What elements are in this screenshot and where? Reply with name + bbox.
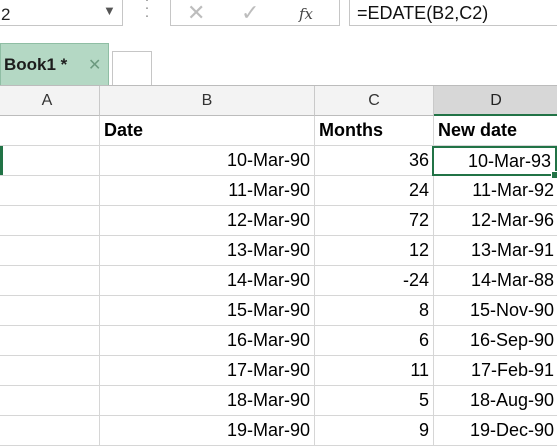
cell-new-date[interactable]: 15-Nov-90 <box>434 296 557 326</box>
cell-new-date[interactable]: 12-Mar-96 <box>434 206 557 236</box>
cell-date[interactable]: 16-Mar-90 <box>100 326 315 356</box>
cell-months[interactable]: -24 <box>315 266 434 296</box>
cell-date[interactable]: 18-Mar-90 <box>100 386 315 416</box>
cell-a1[interactable] <box>0 116 100 146</box>
cell-months[interactable]: 12 <box>315 236 434 266</box>
new-workbook-tab[interactable] <box>112 51 152 85</box>
cell-a[interactable] <box>0 296 100 326</box>
cell-a[interactable] <box>0 146 100 176</box>
close-icon[interactable]: ✕ <box>88 55 101 75</box>
cell-date[interactable]: 11-Mar-90 <box>100 176 315 206</box>
cell-new-date[interactable]: 16-Sep-90 <box>434 326 557 356</box>
formula-text: =EDATE(B2,C2) <box>357 3 489 23</box>
cell-date[interactable]: 19-Mar-90 <box>100 416 315 446</box>
cell-a[interactable] <box>0 356 100 386</box>
cell-new-date[interactable]: 11-Mar-92 <box>434 176 557 206</box>
column-header-c[interactable]: C <box>315 86 434 116</box>
cell-months[interactable]: 5 <box>315 386 434 416</box>
active-cell-new-date[interactable]: 10-Mar-93 <box>432 146 557 176</box>
cell-months[interactable]: 36 <box>315 146 434 176</box>
cell-a[interactable] <box>0 236 100 266</box>
workbook-tab-strip: Book1 * ✕ <box>0 42 557 85</box>
cell-months[interactable]: 11 <box>315 356 434 386</box>
cell-d1[interactable]: New date <box>434 116 557 146</box>
cancel-icon[interactable]: ✕ <box>187 1 205 25</box>
name-box-value: 2 <box>1 5 11 24</box>
column-header-b[interactable]: B <box>100 86 315 116</box>
cell-new-date[interactable]: 19-Dec-90 <box>434 416 557 446</box>
formula-buttons: ✕ ✓ fx <box>170 0 340 26</box>
column-header-d[interactable]: D <box>434 86 557 116</box>
cell-new-date[interactable]: 14-Mar-88 <box>434 266 557 296</box>
cell-a[interactable] <box>0 386 100 416</box>
cell-new-date[interactable]: 17-Feb-91 <box>434 356 557 386</box>
cell-date[interactable]: 12-Mar-90 <box>100 206 315 236</box>
workbook-tab[interactable]: Book1 * ✕ <box>0 43 109 85</box>
chevron-down-icon[interactable]: ▼ <box>103 3 116 18</box>
cell-a[interactable] <box>0 416 100 446</box>
cell-date[interactable]: 13-Mar-90 <box>100 236 315 266</box>
cell-b1[interactable]: Date <box>100 116 315 146</box>
cell-date[interactable]: 17-Mar-90 <box>100 356 315 386</box>
cell-a[interactable] <box>0 326 100 356</box>
cell-months[interactable]: 9 <box>315 416 434 446</box>
cell-date[interactable]: 10-Mar-90 <box>100 146 315 176</box>
cell-months[interactable]: 72 <box>315 206 434 236</box>
cell-date[interactable]: 15-Mar-90 <box>100 296 315 326</box>
cell-date[interactable]: 14-Mar-90 <box>100 266 315 296</box>
cell-a[interactable] <box>0 206 100 236</box>
spreadsheet-grid: A B C D Date Months New date 10-Mar-90 3… <box>0 85 557 446</box>
name-box[interactable]: 2 ▼ <box>0 0 123 26</box>
cell-a[interactable] <box>0 176 100 206</box>
enter-check-icon[interactable]: ✓ <box>241 1 259 25</box>
formula-bar-strip: 2 ▼ ··· ✕ ✓ fx =EDATE(B2,C2) <box>0 0 557 42</box>
formula-input[interactable]: =EDATE(B2,C2) <box>349 0 557 26</box>
cell-c1[interactable]: Months <box>315 116 434 146</box>
insert-function-icon[interactable]: fx <box>299 5 313 23</box>
cell-a[interactable] <box>0 266 100 296</box>
workbook-tab-label: Book1 * <box>4 55 68 74</box>
drag-handle-icon[interactable]: ··· <box>143 0 151 23</box>
cell-new-date[interactable]: 13-Mar-91 <box>434 236 557 266</box>
cell-new-date[interactable]: 18-Aug-90 <box>434 386 557 416</box>
cell-months[interactable]: 24 <box>315 176 434 206</box>
column-header-a[interactable]: A <box>0 86 100 116</box>
cell-months[interactable]: 6 <box>315 326 434 356</box>
cell-months[interactable]: 8 <box>315 296 434 326</box>
